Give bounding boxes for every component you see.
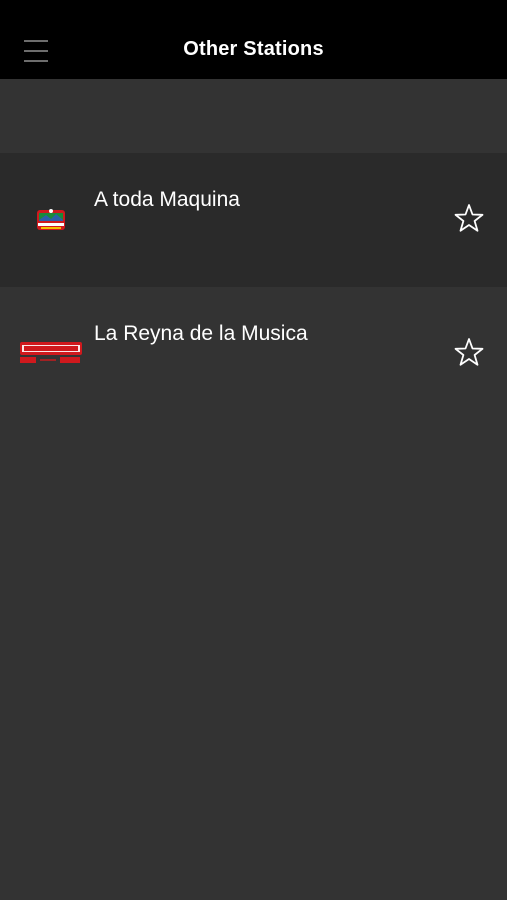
list-header-spacer <box>0 79 507 153</box>
station-name: A toda Maquina <box>94 188 240 211</box>
star-outline-icon[interactable] <box>451 201 487 237</box>
station-name: La Reyna de la Musica <box>94 322 308 345</box>
page-title: Other Stations <box>183 38 324 60</box>
la-musiquera-logo <box>20 342 82 363</box>
radio-la-musiquera-logo <box>37 209 65 230</box>
station-row[interactable]: La Reyna de la Musica <box>0 287 507 421</box>
station-row[interactable]: A toda Maquina <box>0 153 507 287</box>
star-outline-icon[interactable] <box>451 335 487 371</box>
navigation-bar: Other Stations <box>0 0 507 79</box>
